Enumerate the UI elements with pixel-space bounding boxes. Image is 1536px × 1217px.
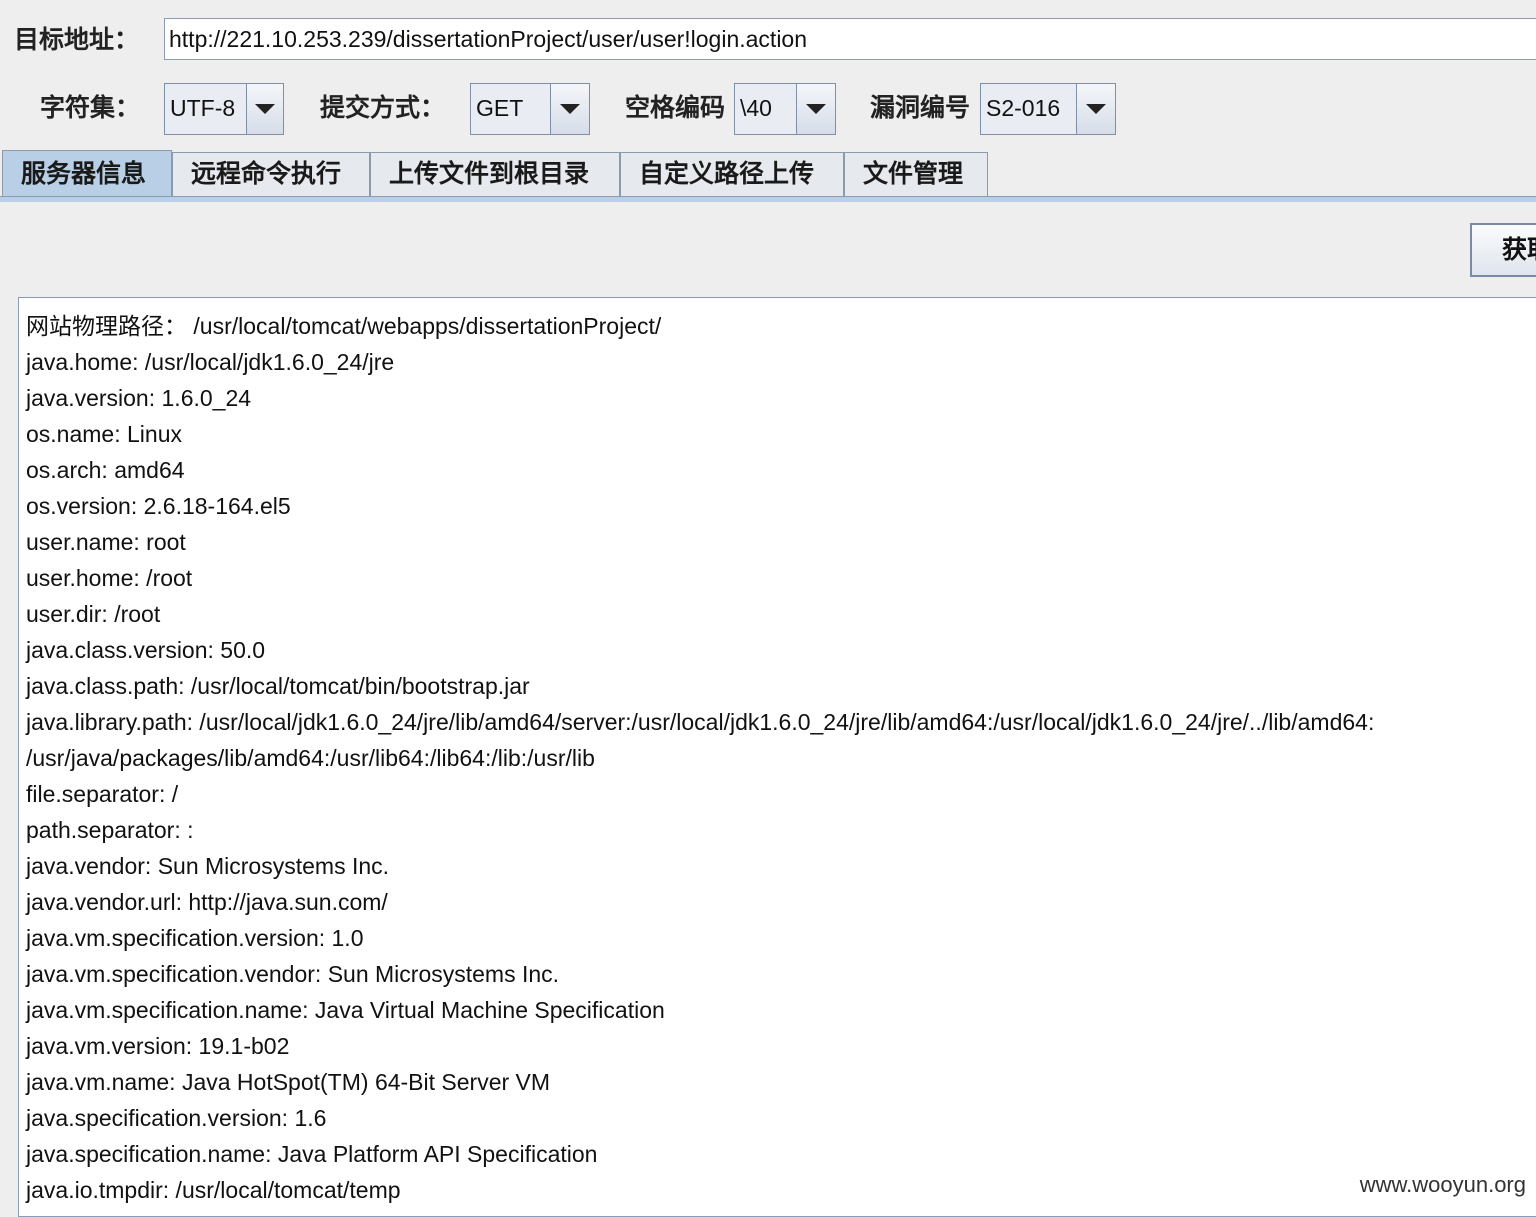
output-line: java.vendor: Sun Microsystems Inc. (26, 853, 390, 879)
charset-label: 字符集： (40, 93, 141, 122)
space-encoding-dropdown-button[interactable] (797, 84, 835, 134)
vuln-id-value: S2-016 (981, 84, 1077, 134)
output-line: user.home: /root (26, 565, 193, 591)
output-line: file.separator: / (26, 781, 179, 807)
output-line: java.vendor.url: http://java.sun.com/ (26, 889, 388, 915)
output-line: java.vm.version: 19.1-b02 (26, 1033, 290, 1059)
vuln-id-label: 漏洞编号 (870, 93, 971, 122)
vuln-id-select[interactable]: S2-016 (980, 83, 1116, 135)
method-label: 提交方式： (320, 93, 446, 122)
output-line: os.arch: amd64 (26, 457, 185, 483)
target-url-input[interactable]: http://221.10.253.239/dissertationProjec… (164, 18, 1536, 60)
tab-custom-path-upload[interactable]: 自定义路径上传 (620, 152, 844, 196)
server-info-output[interactable]: 网站物理路径： /usr/local/tomcat/webapps/disser… (18, 297, 1536, 1217)
output-line: java.io.tmpdir: /usr/local/tomcat/temp (26, 1177, 401, 1203)
output-line: java.vm.specification.version: 1.0 (26, 925, 364, 951)
method-dropdown-button[interactable] (551, 84, 589, 134)
output-line: java.vm.specification.name: Java Virtual… (26, 997, 665, 1023)
fetch-button[interactable]: 获取 (1470, 223, 1536, 277)
output-line: os.version: 2.6.18-164.el5 (26, 493, 291, 519)
output-line: /usr/java/packages/lib/amd64:/usr/lib64:… (26, 745, 595, 771)
vuln-id-dropdown-button[interactable] (1077, 84, 1115, 134)
chevron-down-icon (1086, 104, 1106, 114)
output-lines: 网站物理路径： /usr/local/tomcat/webapps/disser… (26, 308, 1374, 1208)
chevron-down-icon (560, 104, 580, 114)
chevron-down-icon (806, 104, 826, 114)
tab-remote-command[interactable]: 远程命令执行 (172, 152, 370, 196)
space-encoding-select[interactable]: \40 (734, 83, 836, 135)
tab-file-manager[interactable]: 文件管理 (844, 152, 988, 196)
target-url-label: 目标地址： (14, 25, 140, 54)
output-line: java.version: 1.6.0_24 (26, 385, 252, 411)
charset-value: UTF-8 (165, 84, 247, 134)
space-encoding-value: \40 (735, 84, 797, 134)
tab-upload-root[interactable]: 上传文件到根目录 (370, 152, 620, 196)
charset-select[interactable]: UTF-8 (164, 83, 284, 135)
method-value: GET (471, 84, 551, 134)
output-line: java.library.path: /usr/local/jdk1.6.0_2… (26, 709, 1375, 735)
tab-panel-border (0, 196, 1536, 202)
watermark-text: www.wooyun.org (1359, 1172, 1526, 1197)
output-line: java.vm.name: Java HotSpot(TM) 64-Bit Se… (26, 1069, 551, 1095)
output-line: java.class.version: 50.0 (26, 637, 266, 663)
output-line: user.dir: /root (26, 601, 161, 627)
charset-dropdown-button[interactable] (247, 84, 283, 134)
space-encoding-label: 空格编码 (625, 93, 726, 122)
output-line: os.name: Linux (26, 421, 182, 447)
output-line: java.specification.version: 1.6 (26, 1105, 327, 1131)
output-line: java.vm.specification.vendor: Sun Micros… (26, 961, 560, 987)
chevron-down-icon (255, 104, 275, 114)
tab-server-info[interactable]: 服务器信息 (2, 150, 172, 198)
output-line: java.home: /usr/local/jdk1.6.0_24/jre (26, 349, 395, 375)
output-line: java.class.path: /usr/local/tomcat/bin/b… (26, 673, 530, 699)
output-line: java.specification.name: Java Platform A… (26, 1141, 598, 1167)
output-line: path.separator: : (26, 817, 194, 843)
output-line: 网站物理路径： /usr/local/tomcat/webapps/disser… (26, 313, 662, 339)
method-select[interactable]: GET (470, 83, 590, 135)
output-line: user.name: root (26, 529, 186, 555)
